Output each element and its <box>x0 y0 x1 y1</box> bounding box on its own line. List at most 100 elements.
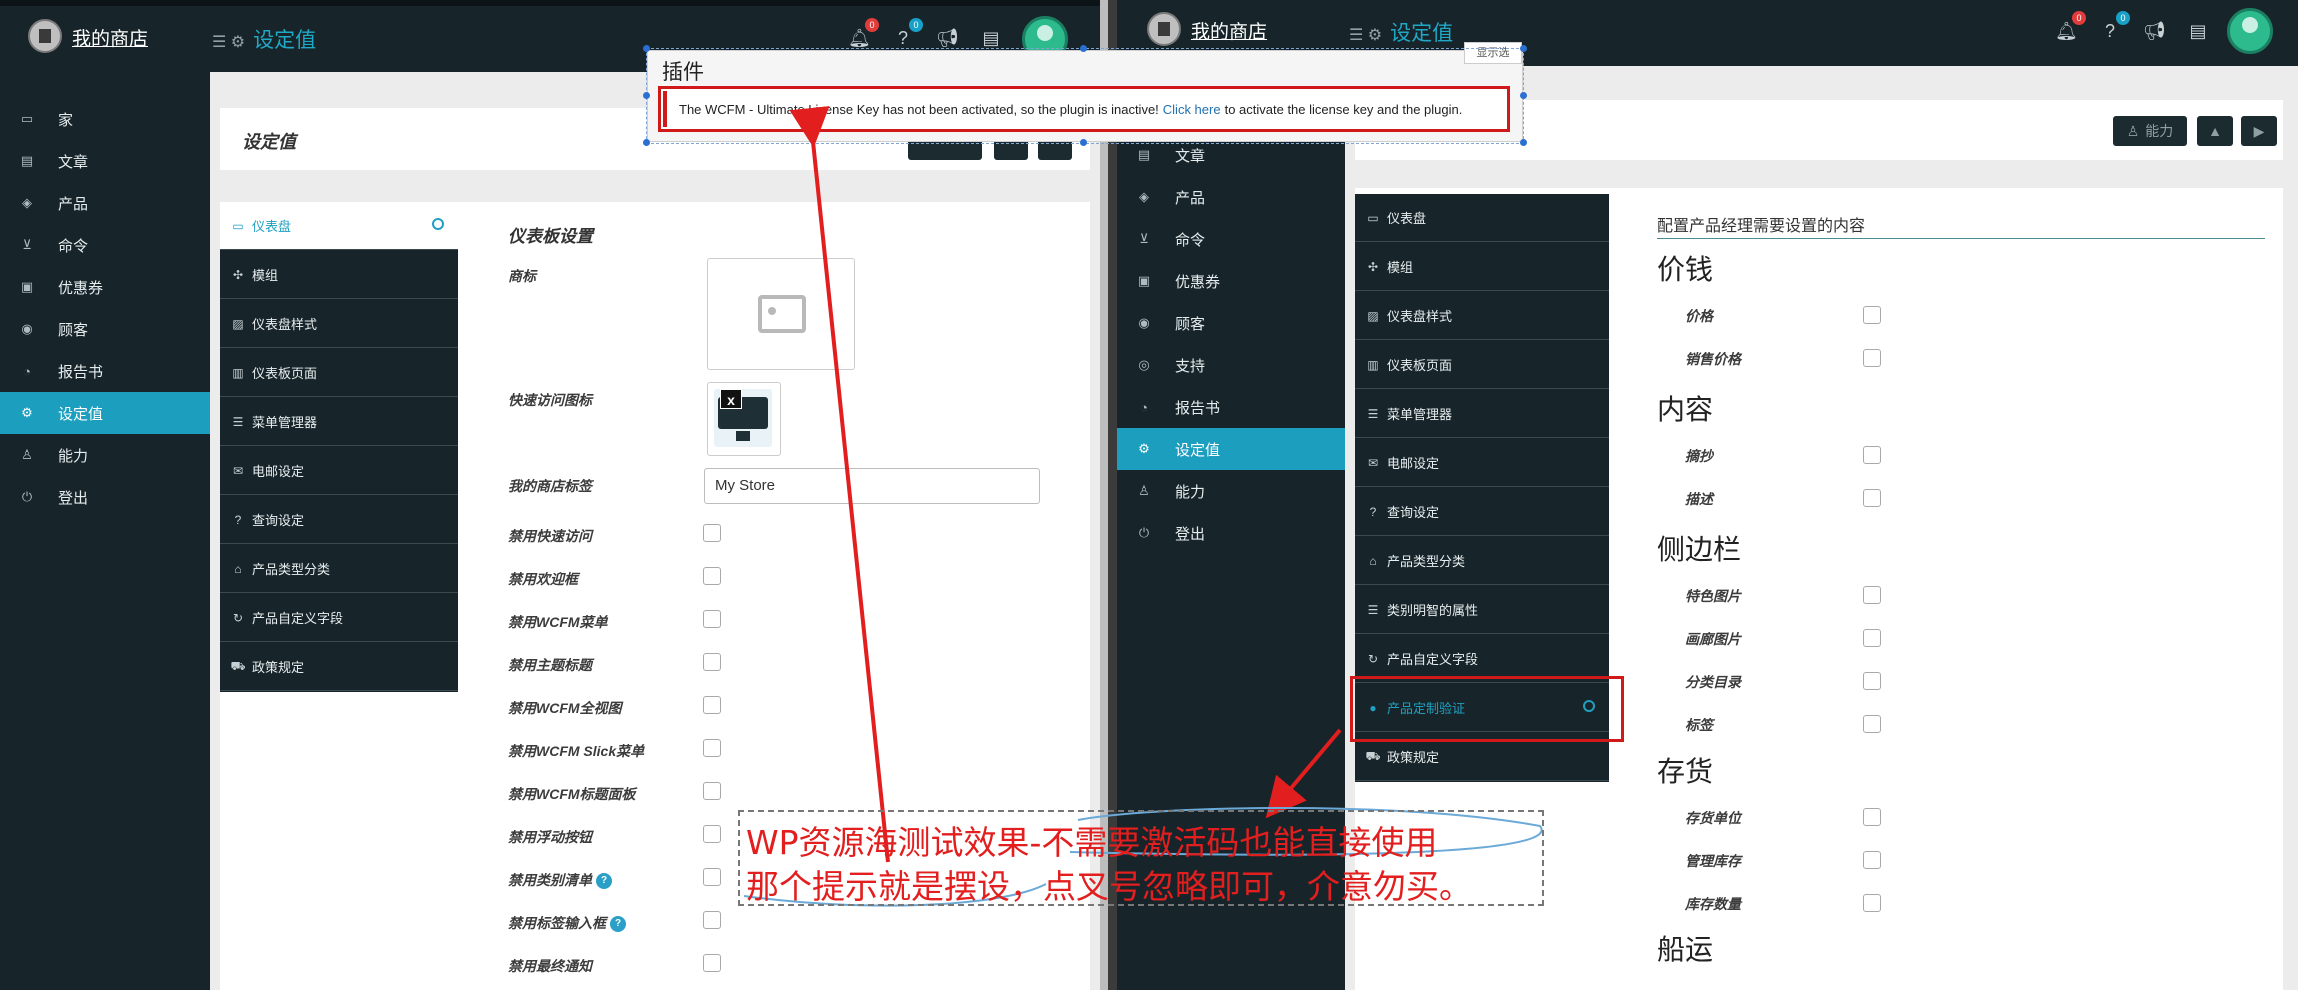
sidebar-item-orders[interactable]: ⊻ 命令 <box>0 224 210 266</box>
checkbox-categories[interactable] <box>1863 672 1881 690</box>
menu-item-dashboard[interactable]: ▭ 仪表盘 <box>1355 194 1609 242</box>
checkbox-stock-qty[interactable] <box>1863 894 1881 912</box>
bell-icon[interactable]: 🔔︎ 0 <box>2055 11 2086 42</box>
store-logo-icon[interactable] <box>1147 12 1181 46</box>
sidebar-item-products[interactable]: ◈ 产品 <box>0 182 210 224</box>
logo-upload[interactable] <box>707 258 855 370</box>
group-title-content: 内容 <box>1657 393 1714 426</box>
remove-icon[interactable]: x <box>720 389 742 409</box>
checkbox-sale-price[interactable] <box>1863 349 1881 367</box>
selection-handle[interactable] <box>1520 139 1527 146</box>
selection-handle[interactable] <box>643 139 650 146</box>
menu-item-dashboard[interactable]: ▭ 仪表盘 <box>220 202 458 250</box>
selection-handle[interactable] <box>1520 45 1527 52</box>
checkbox-disable-tag-input[interactable] <box>703 911 721 929</box>
checkbox-excerpt[interactable] <box>1863 446 1881 464</box>
menu-item-inquiry[interactable]: ? 查询设定 <box>220 496 458 544</box>
sidebar-item-capability[interactable]: ♙ 能力 <box>0 434 210 476</box>
cube-icon: ◈ <box>22 195 32 210</box>
menu-item-dashboard-style[interactable]: ▨ 仪表盘样式 <box>220 300 458 348</box>
checkbox-disable-wcfm-menu[interactable] <box>703 610 721 628</box>
bell-icon[interactable]: 🔔︎ 0 <box>848 18 879 49</box>
sidebar-item-settings[interactable]: ⚙ 设定值 <box>1117 428 1345 470</box>
graduation-cap-icon: ▲ <box>2208 123 2222 139</box>
checkbox-disable-cat-list[interactable] <box>703 868 721 886</box>
checkbox-disable-last-notice[interactable] <box>703 954 721 972</box>
sidebar-item-coupons[interactable]: ▣ 优惠券 <box>0 266 210 308</box>
help-icon[interactable]: ? 0 <box>892 18 923 49</box>
menu-item-inquiry[interactable]: ? 查询设定 <box>1355 488 1609 536</box>
menu-item-category-attributes[interactable]: ☰ 类别明智的属性 <box>1355 586 1609 634</box>
sidebar-item-settings[interactable]: ⚙ 设定值 <box>0 392 210 434</box>
checkbox-disable-theme-header[interactable] <box>703 653 721 671</box>
field-label-disable-full-view: 禁用WCFM全视图 <box>508 700 622 716</box>
brand-name[interactable]: 我的商店 <box>72 24 148 51</box>
menu-item-email[interactable]: ✉ 电邮设定 <box>220 447 458 495</box>
checkbox-disable-full-view[interactable] <box>703 696 721 714</box>
megaphone-icon[interactable]: 📢︎ <box>2143 21 2166 42</box>
sidebar-item-orders[interactable]: ⊻ 命令 <box>1117 218 1345 260</box>
sidebar-item-logout[interactable]: ⏻ 登出 <box>1117 512 1345 554</box>
checkbox-disable-float-btn[interactable] <box>703 825 721 843</box>
help-icon[interactable]: ? <box>596 873 612 890</box>
sidebar-item-reports[interactable]: ◔ 报告书 <box>0 350 210 392</box>
selection-handle[interactable] <box>1080 139 1087 146</box>
selection-handle[interactable] <box>1520 92 1527 99</box>
menu-item-menu-manager[interactable]: ☰ 菜单管理器 <box>1355 390 1609 438</box>
sidebar-item-customers[interactable]: ◉ 顾客 <box>0 308 210 350</box>
book-icon[interactable]: ▤ <box>2187 21 2209 42</box>
menu-item-product-type[interactable]: ⌂ 产品类型分类 <box>1355 537 1609 585</box>
menu-item-modules[interactable]: ✣ 模组 <box>1355 243 1609 291</box>
menu-item-menu-manager[interactable]: ☰ 菜单管理器 <box>220 398 458 446</box>
checkbox-gallery[interactable] <box>1863 629 1881 647</box>
sidebar-item-label: 设定值 <box>1175 441 1221 459</box>
sidebar-item-articles[interactable]: ▤ 文章 <box>0 140 210 182</box>
menu-item-policies[interactable]: ⛟ 政策规定 <box>220 643 458 691</box>
sidebar-item-reports[interactable]: ◔ 报告书 <box>1117 386 1345 428</box>
selection-handle[interactable] <box>643 92 650 99</box>
sidebar-item-coupons[interactable]: ▣ 优惠券 <box>1117 260 1345 302</box>
checkbox-manage-stock[interactable] <box>1863 851 1881 869</box>
menu-item-modules[interactable]: ✣ 模组 <box>220 251 458 299</box>
checkbox-disable-header-panel[interactable] <box>703 782 721 800</box>
brand-name[interactable]: 我的商店 <box>1191 17 1267 44</box>
video-button[interactable]: ▶ <box>2241 116 2277 146</box>
checkbox-sku[interactable] <box>1863 808 1881 826</box>
checkbox-tags[interactable] <box>1863 715 1881 733</box>
menu-item-dashboard-pages[interactable]: ▥ 仪表板页面 <box>220 349 458 397</box>
store-logo-icon[interactable] <box>28 19 62 53</box>
sidebar-item-capability[interactable]: ♙ 能力 <box>1117 470 1345 512</box>
megaphone-icon[interactable]: 📢︎ <box>936 28 959 49</box>
menu-item-product-type[interactable]: ⌂ 产品类型分类 <box>220 545 458 593</box>
menu-item-dashboard-pages[interactable]: ▥ 仪表板页面 <box>1355 341 1609 389</box>
checkbox-price[interactable] <box>1863 306 1881 324</box>
help-icon[interactable]: ? 0 <box>2099 11 2130 42</box>
checkbox-featured-image[interactable] <box>1863 586 1881 604</box>
image-placeholder-icon <box>758 295 806 333</box>
checkbox-disable-welcome[interactable] <box>703 567 721 585</box>
checkbox-description[interactable] <box>1863 489 1881 507</box>
checkbox-disable-quick[interactable] <box>703 524 721 542</box>
sidebar-item-products[interactable]: ◈ 产品 <box>1117 176 1345 218</box>
envelope-icon: ✉ <box>1367 455 1379 470</box>
graduation-button[interactable]: ▲ <box>2197 116 2233 146</box>
selection-handle[interactable] <box>1080 45 1087 52</box>
sidebar-item-customers[interactable]: ◉ 顾客 <box>1117 302 1345 344</box>
sidebar-item-home[interactable]: ▭ 家 <box>0 98 210 140</box>
selection-handle[interactable] <box>643 45 650 52</box>
menu-item-email[interactable]: ✉ 电邮设定 <box>1355 439 1609 487</box>
field-label-excerpt: 摘抄 <box>1685 448 1713 464</box>
menu-item-dashboard-style[interactable]: ▨ 仪表盘样式 <box>1355 292 1609 340</box>
quick-icon-upload[interactable]: x <box>707 382 781 456</box>
help-icon[interactable]: ? <box>610 916 626 933</box>
sidebar-item-logout[interactable]: ⏻ 登出 <box>0 476 210 518</box>
menu-item-custom-fields[interactable]: ↻ 产品自定义字段 <box>220 594 458 642</box>
book-icon[interactable]: ▤ <box>980 28 1002 49</box>
capability-button[interactable]: ♙ 能力 <box>2113 116 2187 146</box>
sidebar-item-support[interactable]: ◎ 支持 <box>1117 344 1345 386</box>
store-label-input[interactable]: My Store <box>704 468 1040 504</box>
avatar[interactable] <box>2227 8 2273 54</box>
menu-toggle-icon[interactable]: ☰ ⚙ <box>1349 27 1382 44</box>
checkbox-disable-slick[interactable] <box>703 739 721 757</box>
menu-toggle-icon[interactable]: ☰ ⚙ <box>212 34 245 51</box>
